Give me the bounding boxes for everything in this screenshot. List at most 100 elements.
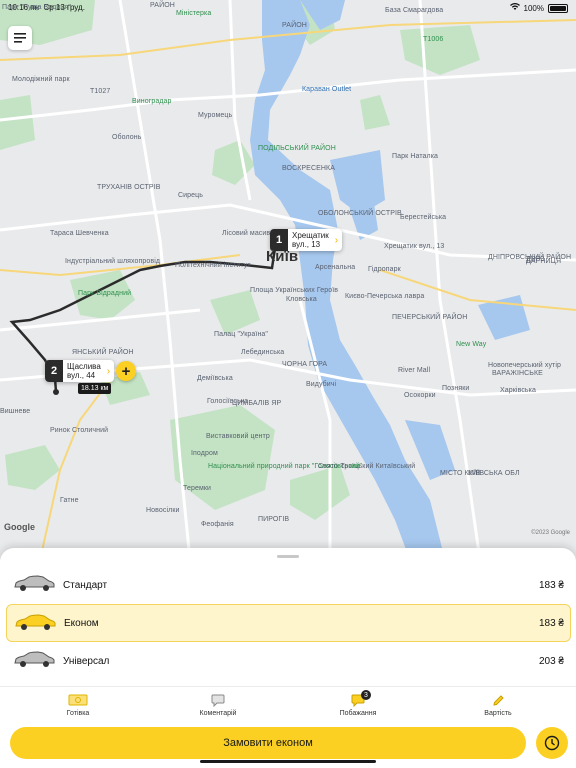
city-label: Київ (266, 248, 299, 265)
status-bar: 10:16 пн Ср 13 груд. 100% (0, 0, 576, 14)
option-wishes[interactable]: 3 Побажання (298, 687, 418, 723)
map-label: Києво-Печерська лавра (345, 293, 425, 300)
map-label: ОБОЛОНСЬКИЙ ОСТРІВ (318, 210, 402, 217)
plus-icon: + (121, 362, 131, 380)
hamburger-icon (14, 33, 26, 43)
map-label: ТРУХАНІВ ОСТРІВ (97, 184, 161, 191)
battery-percent: 100% (523, 3, 544, 13)
map-label: Виноградар (132, 98, 172, 105)
option-cash[interactable]: Готівка (18, 687, 138, 723)
map-label: База Смарагдова (385, 7, 444, 14)
map-label: Вишневе (0, 408, 31, 415)
map-label: КИЇВСЬКА ОБЛ (468, 470, 520, 477)
map-label: ВАРАЖІНСЬКЕ (492, 370, 543, 377)
map-label: Тараса Шевченка (50, 230, 109, 237)
home-indicator (200, 760, 376, 763)
order-button[interactable]: Замовити економ (10, 727, 526, 759)
map-label: Т1027 (90, 88, 111, 95)
option-price[interactable]: Вартість (438, 687, 558, 723)
map-label: Міністерка (176, 10, 212, 17)
pin-start[interactable]: 1 Хрещатик вул., 13 › (270, 229, 343, 251)
schedule-button[interactable] (536, 727, 568, 759)
car-icon (13, 614, 57, 637)
map-label: Іподром (191, 450, 218, 457)
map-label: Муромець (198, 112, 233, 119)
map-label: Виставковий центр (206, 433, 270, 440)
wifi-icon (509, 3, 520, 13)
menu-button[interactable] (8, 26, 32, 50)
map-label: Позняки (442, 385, 470, 392)
map-label: Караван Outlet (302, 86, 352, 93)
map-label: Площа Українських Героїв (250, 287, 339, 294)
tariff-price: 183 ₴ (538, 617, 564, 629)
option-comment[interactable]: Коментарій (158, 687, 278, 723)
map-label: Осокорки (404, 392, 436, 399)
map-label: Парк Наталка (392, 153, 439, 160)
map-label: River Mall (398, 367, 431, 374)
map-label: ПОДІЛЬСЬКИЙ РАЙОН (258, 145, 336, 152)
map-label: ВОСКРЕСЕНКА (282, 165, 335, 172)
map-label: Свято-Троїцький Китаївський (318, 463, 416, 470)
tariff-sheet: Стандарт 183 ₴ Економ 183 ₴ Універсал 203 ₴ Г… (0, 548, 576, 768)
battery-icon (548, 3, 568, 13)
map-label: ПЕЧЕРСЬКИЙ РАЙОН (392, 314, 468, 321)
map-label: Новопечерський хутір (488, 362, 561, 369)
map-label: ПИРОГІВ (258, 516, 290, 523)
pin-start-number: 1 (270, 229, 288, 251)
map-label: Оболонь (112, 134, 142, 141)
map-label: Парк "Пуща Водиця" (2, 4, 71, 11)
car-icon (12, 651, 56, 674)
google-logo: Google (4, 522, 35, 532)
status-icons: 100% (509, 3, 568, 13)
map-label: Ринок Столичний (50, 427, 109, 434)
pin-end[interactable]: 2 Щаслива вул., 44 › (45, 360, 115, 382)
wishes-badge: 3 (361, 690, 371, 700)
cash-icon (68, 693, 88, 707)
map-label: ЧОРНА ГОРА (282, 361, 328, 368)
map-label: Молодіжний парк (12, 76, 70, 83)
map-label: Політехнічний інститут (175, 262, 251, 269)
map-label: Теремки (183, 485, 212, 492)
pin-end-number: 2 (45, 360, 63, 382)
tariff-price: 183 ₴ (538, 579, 564, 591)
map-copyright: ©2023 Google (531, 530, 570, 536)
map-label: Індустріальний шляхопровід (65, 258, 161, 265)
map-label: РАЙОН (282, 22, 307, 29)
map-label: New Way (456, 341, 487, 348)
map-label: Берестейська (400, 214, 447, 221)
map-label: Феофанія (201, 521, 234, 528)
tariff-row[interactable]: Стандарт 183 ₴ (0, 566, 576, 604)
map-label: Видубичі (306, 381, 337, 388)
pencil-icon (492, 693, 505, 707)
map-label: Гідропарк (368, 266, 401, 273)
order-options: Готівка Коментарій 3 Побажання Вартість (0, 686, 576, 722)
map-label: Гатне (60, 497, 79, 504)
tariff-row[interactable]: Економ 183 ₴ (6, 604, 571, 642)
map-label: Сирець (178, 192, 204, 199)
clock-icon (544, 735, 560, 751)
chevron-right-icon: › (106, 365, 111, 377)
tariff-row[interactable]: Універсал 203 ₴ (0, 642, 576, 680)
map-label: Палац "Україна" (214, 331, 269, 338)
map-label: Т1006 (423, 36, 444, 43)
map-label: ДВРЗ (526, 256, 545, 263)
tariff-name: Економ (64, 617, 99, 629)
sheet-grabber[interactable] (277, 555, 299, 558)
tariff-price: 203 ₴ (538, 655, 564, 667)
map-view[interactable]: 10:16 пн Ср 13 груд. 100% Парк "Пуща Вод… (0, 0, 576, 560)
map-label: Лебединська (241, 349, 285, 356)
wishes-icon: 3 (351, 690, 371, 707)
map-label: Кловська (286, 296, 317, 303)
chevron-right-icon: › (334, 234, 339, 246)
add-stop-button[interactable]: + (116, 361, 136, 381)
map-label: Лісовий масив (222, 230, 271, 237)
car-icon (12, 575, 56, 598)
map-label: ЦИМБАЛІВ ЯР (232, 400, 282, 407)
pin-end-address: Щаслива вул., 44 (67, 362, 101, 380)
distance-badge: 18.13 км (78, 383, 112, 394)
comment-icon (211, 693, 225, 707)
map-label: Деміївська (197, 375, 233, 382)
tariff-name: Універсал (63, 655, 110, 667)
map-label: Арсенальна (315, 264, 356, 271)
map-label: Парк Відрадний (78, 290, 132, 297)
